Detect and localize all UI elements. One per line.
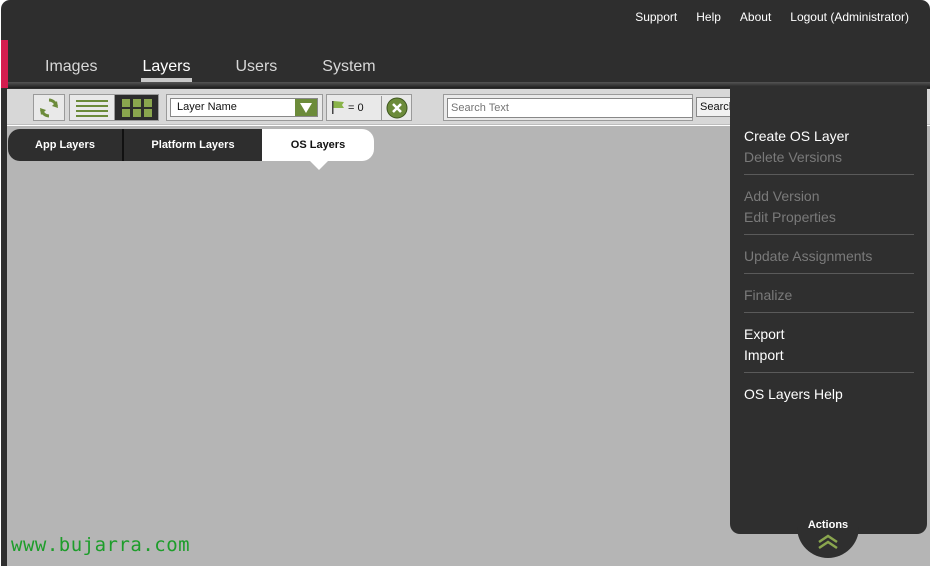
- chevron-up-double-icon[interactable]: [817, 533, 839, 551]
- tab-app-layers[interactable]: App Layers: [8, 129, 124, 161]
- list-view-button[interactable]: [69, 94, 115, 121]
- actions-list: Create OS Layer Delete Versions Add Vers…: [744, 126, 914, 405]
- finalize-action: Finalize: [744, 287, 793, 303]
- app-window: Support Help About Logout (Administrator…: [0, 0, 934, 566]
- sort-by-value: Layer Name: [177, 101, 237, 113]
- tab-os-layers[interactable]: OS Layers: [262, 129, 374, 170]
- clear-filter-button[interactable]: [381, 96, 411, 120]
- triangle-down-icon: [300, 102, 312, 113]
- tab-platform-layers[interactable]: Platform Layers: [124, 129, 262, 161]
- about-link[interactable]: About: [740, 10, 771, 24]
- search-input[interactable]: [447, 98, 693, 118]
- edit-properties-action: Edit Properties: [744, 209, 836, 225]
- brand-marker: [1, 40, 8, 88]
- flag-count-text: = 0: [348, 101, 364, 114]
- sort-by-select[interactable]: Layer Name: [166, 94, 323, 121]
- os-layers-help-action[interactable]: OS Layers Help: [744, 384, 914, 405]
- actions-divider: [744, 174, 914, 175]
- list-view-icon: [76, 99, 108, 117]
- sort-by-value-box[interactable]: Layer Name: [170, 98, 318, 117]
- actions-label[interactable]: Actions: [797, 519, 859, 531]
- help-link[interactable]: Help: [696, 10, 721, 24]
- grid-view-button[interactable]: [114, 94, 159, 121]
- add-version-action: Add Version: [744, 188, 820, 204]
- flag-filter-group: = 0: [326, 94, 412, 121]
- update-assignments-action: Update Assignments: [744, 248, 873, 264]
- actions-divider: [744, 372, 914, 373]
- delete-versions-action: Delete Versions: [744, 149, 843, 165]
- flag-icon: [332, 101, 344, 114]
- flag-filter[interactable]: = 0: [331, 100, 364, 115]
- import-action[interactable]: Import: [744, 345, 914, 366]
- top-links: Support Help About Logout (Administrator…: [635, 10, 909, 24]
- logout-link[interactable]: Logout (Administrator): [790, 10, 909, 24]
- actions-divider: [744, 312, 914, 313]
- create-os-layer-action[interactable]: Create OS Layer: [744, 126, 914, 147]
- actions-divider: [744, 234, 914, 235]
- dropdown-arrow-button[interactable]: [295, 99, 317, 116]
- watermark: www.bujarra.com: [11, 534, 191, 556]
- layer-type-tabs: App Layers Platform Layers OS Layers: [8, 129, 374, 170]
- support-link[interactable]: Support: [635, 10, 677, 24]
- refresh-button[interactable]: [33, 94, 65, 121]
- close-circle-icon: [386, 97, 407, 119]
- search-box: [443, 94, 693, 121]
- actions-panel: Create OS Layer Delete Versions Add Vers…: [730, 86, 927, 534]
- actions-divider: [744, 273, 914, 274]
- export-action[interactable]: Export: [744, 324, 914, 345]
- refresh-icon: [40, 98, 58, 117]
- grid-view-icon: [121, 98, 152, 117]
